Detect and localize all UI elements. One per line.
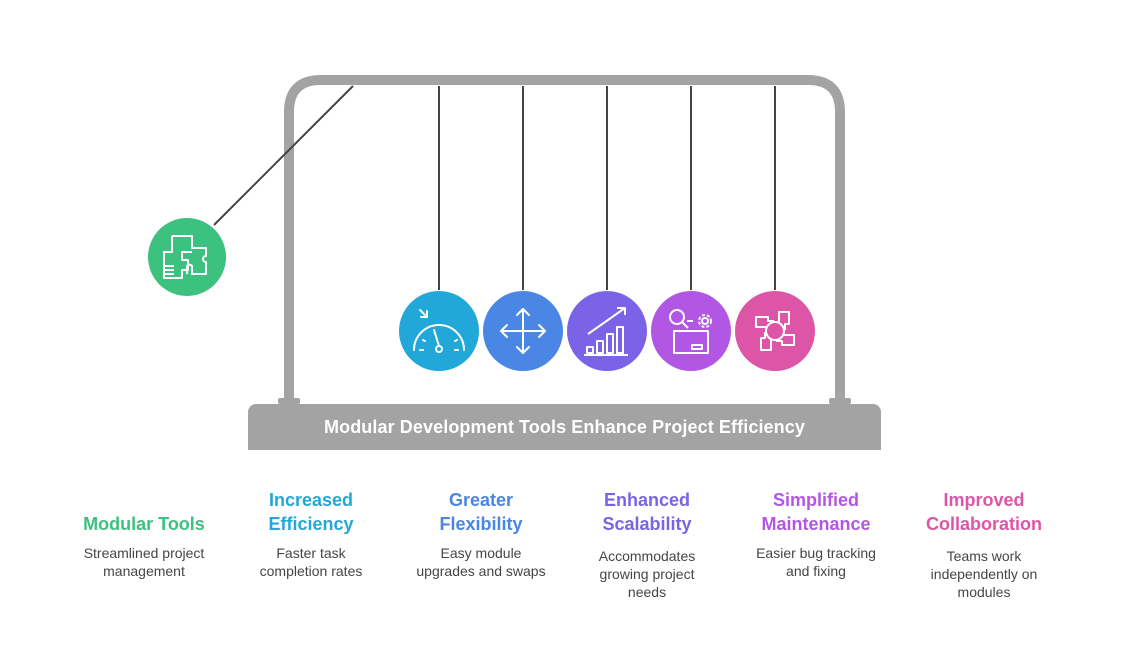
benefit-title-line: Simplified (772, 490, 859, 510)
benefit-description: Accommodates growing project needs (562, 547, 732, 601)
benefit-column: Increased Efficiency Faster task completion… (226, 488, 396, 580)
benefit-description-line: Faster task (276, 545, 346, 561)
benefit-description-line: upgrades and swaps (416, 563, 546, 579)
benefit-title-line: Collaboration (926, 514, 1042, 534)
ball-enhanced-scalability (567, 291, 647, 371)
benefit-title-line: Efficiency (268, 514, 354, 534)
benefit-title: Greater Flexibility (396, 488, 566, 536)
benefit-description-line: Accommodates (598, 548, 696, 564)
ball-modular-tools (148, 218, 226, 296)
benefit-description: Easier bug tracking and fixing (731, 544, 901, 580)
diagram-title: Modular Development Tools Enhance Projec… (324, 416, 805, 437)
benefit-description: Easy module upgrades and swaps (396, 544, 566, 580)
benefit-title-line: Increased (268, 490, 354, 510)
benefit-description-line: completion rates (259, 563, 363, 579)
benefit-column: Improved Collaboration Teams work independe… (899, 488, 1069, 601)
newtons-cradle-diagram: Modular Development Tools Enhance Projec… (0, 0, 1130, 657)
benefit-description-line: Streamlined project (83, 545, 205, 561)
benefit-description: Streamlined project management (59, 544, 229, 580)
benefit-title-line: Greater (448, 490, 514, 510)
string-modular-tools (213, 85, 354, 226)
benefit-description-line: needs (627, 584, 667, 600)
benefit-column: Modular Tools Streamlined project manageme… (59, 488, 229, 580)
benefit-description-line: Easier bug tracking (756, 545, 876, 561)
ball-improved-collaboration (735, 291, 815, 371)
benefit-description-line: independently on (930, 566, 1038, 582)
benefit-title-line: Flexibility (439, 514, 523, 534)
ball-greater-flexibility (483, 291, 563, 371)
benefit-description-line: modules (957, 584, 1011, 600)
benefit-title: Enhanced Scalability (562, 488, 732, 536)
benefit-title: Modular Tools (59, 488, 229, 536)
ball-increased-efficiency (399, 291, 479, 371)
ball-simplified-maintenance (651, 291, 731, 371)
benefit-title-line: Enhanced (603, 490, 691, 510)
benefit-title: Simplified Maintenance (731, 488, 901, 536)
benefit-description-line: Teams work (946, 548, 1022, 564)
benefit-description-line: management (103, 563, 185, 579)
benefit-title-line: Maintenance (761, 514, 871, 534)
benefit-description: Faster task completion rates (226, 544, 396, 580)
benefit-description-line: growing project (599, 566, 695, 582)
benefit-title: Improved Collaboration (899, 488, 1069, 536)
benefit-column: Greater Flexibility Easy module upgrades an… (396, 488, 566, 580)
benefit-title-line: Scalability (602, 514, 692, 534)
benefit-description-line: Easy module (440, 545, 522, 561)
benefit-title: Increased Efficiency (226, 488, 396, 536)
benefit-description: Teams work independently on modules (899, 547, 1069, 601)
benefit-title-line (59, 488, 229, 512)
benefit-description-line: and fixing (786, 563, 846, 579)
benefit-column: Simplified Maintenance Easier bug tracking… (731, 488, 901, 580)
benefit-title-line: Improved (943, 490, 1025, 510)
benefit-title-line: Modular Tools (83, 514, 205, 534)
benefit-column: Enhanced Scalability Accommodates growing p… (562, 488, 732, 601)
cradle-base: Modular Development Tools Enhance Projec… (248, 404, 881, 450)
